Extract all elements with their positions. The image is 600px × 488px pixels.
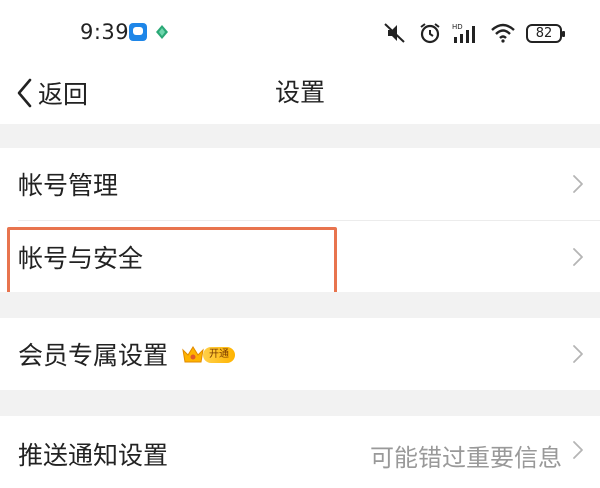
settings-item-push-notifications[interactable]: 推送通知设置 可能错过重要信息 [0,416,600,488]
alarm-icon [420,23,440,44]
hd-signal-icon: HD [452,23,475,43]
section-gap [0,124,600,148]
crown-icon [182,346,204,363]
settings-item-label: 会员专属设置 [18,341,169,370]
chevron-right-icon [573,247,583,266]
page-title: 设置 [274,78,325,107]
settings-item-account-management[interactable]: 帐号管理 [0,148,600,220]
chevron-right-icon [573,441,583,459]
vip-badge-label: 开通 [203,347,235,363]
nav-bar: 返回 设置 [0,62,600,124]
back-button[interactable]: 返回 [16,72,88,114]
chevron-left-icon [17,78,32,108]
vip-badge[interactable]: 开通 [181,344,237,366]
status-bar: 9:39 HD 82 [0,0,600,62]
battery-icon: 82 [526,23,565,43]
chevron-right-icon [573,175,583,193]
back-label: 返回 [38,80,89,109]
section-gap [0,390,600,416]
battery-level: 82 [535,25,553,41]
status-time: 9:39 [80,20,130,44]
push-hint: 可能错过重要信息 [370,444,562,472]
wifi-icon [491,23,515,43]
chevron-right-icon [573,345,583,363]
settings-item-label: 推送通知设置 [18,441,169,470]
section-gap [0,292,600,318]
settings-item-vip[interactable]: 会员专属设置 [0,318,600,390]
status-icons: HD 82 [382,18,565,48]
settings-item-label: 帐号管理 [18,171,119,200]
mute-icon [384,23,405,43]
app-notification-icon [129,23,147,41]
leaf-icon [156,25,168,39]
svg-text:HD: HD [452,23,463,31]
